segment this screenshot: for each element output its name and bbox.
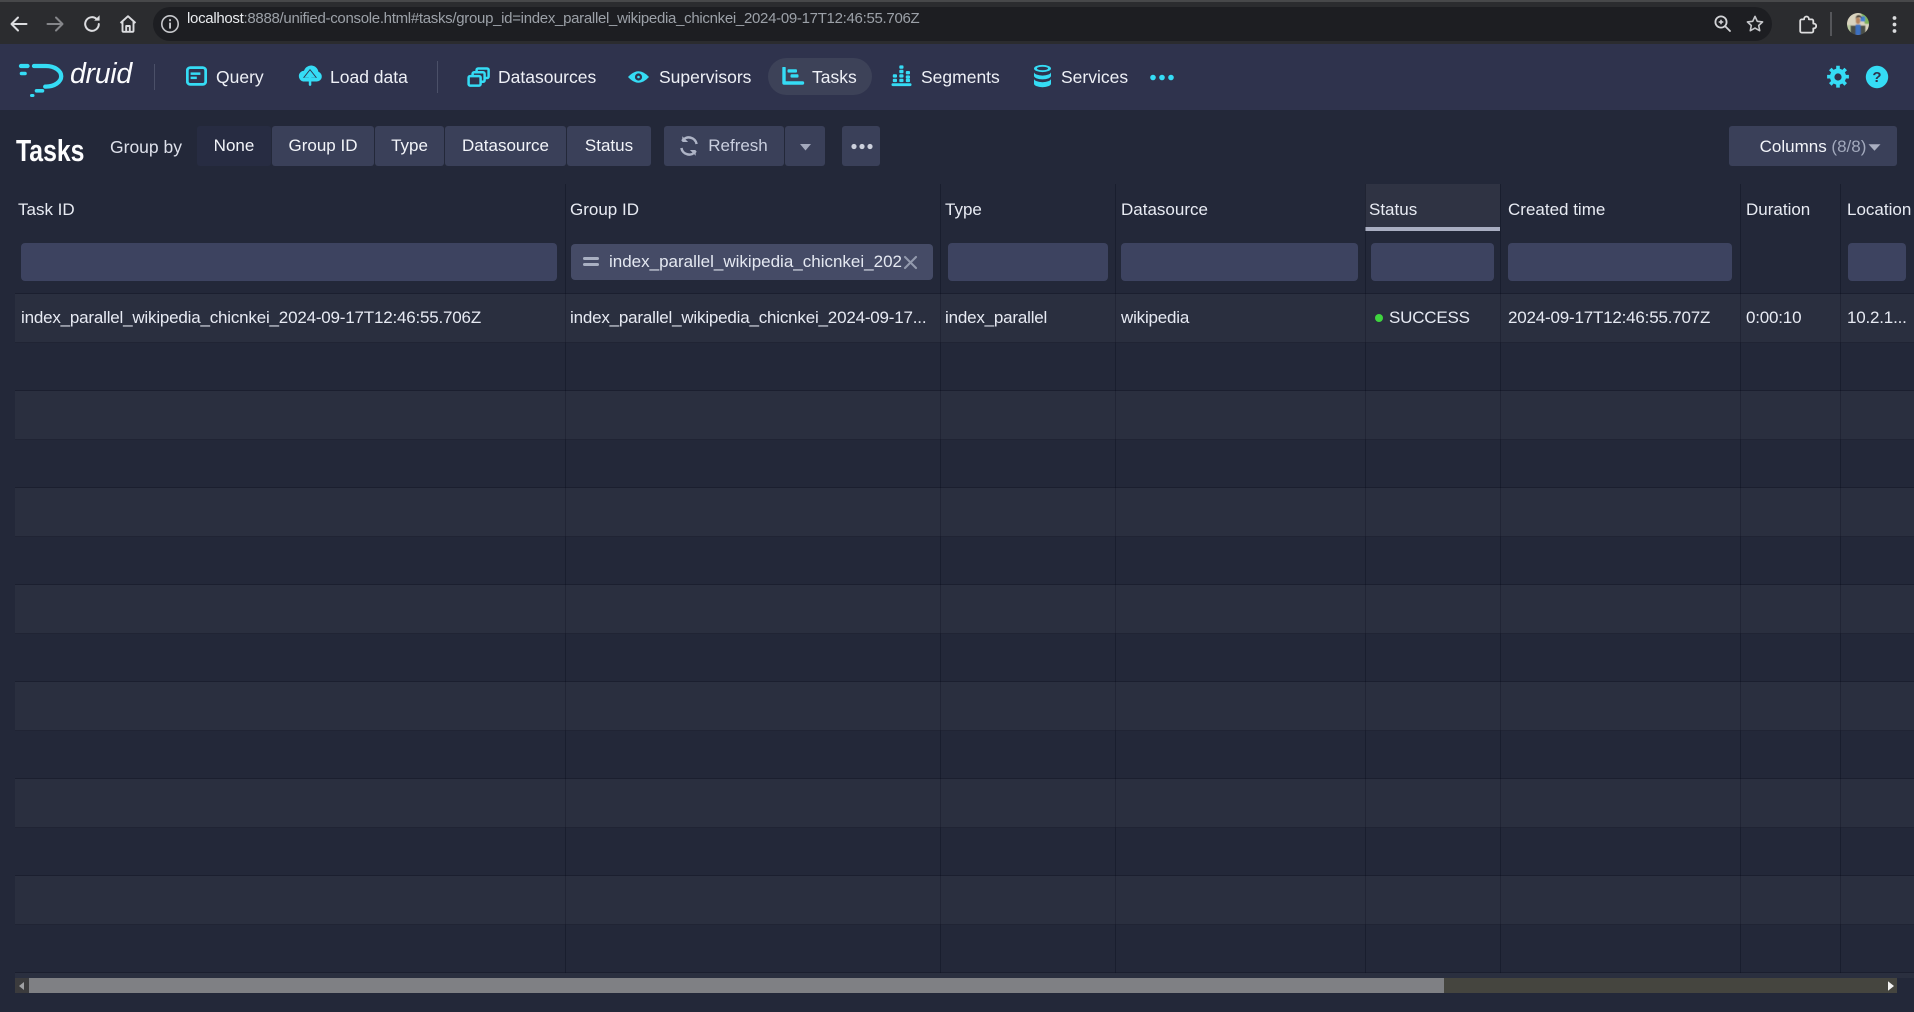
- svg-text:?: ?: [1872, 69, 1881, 86]
